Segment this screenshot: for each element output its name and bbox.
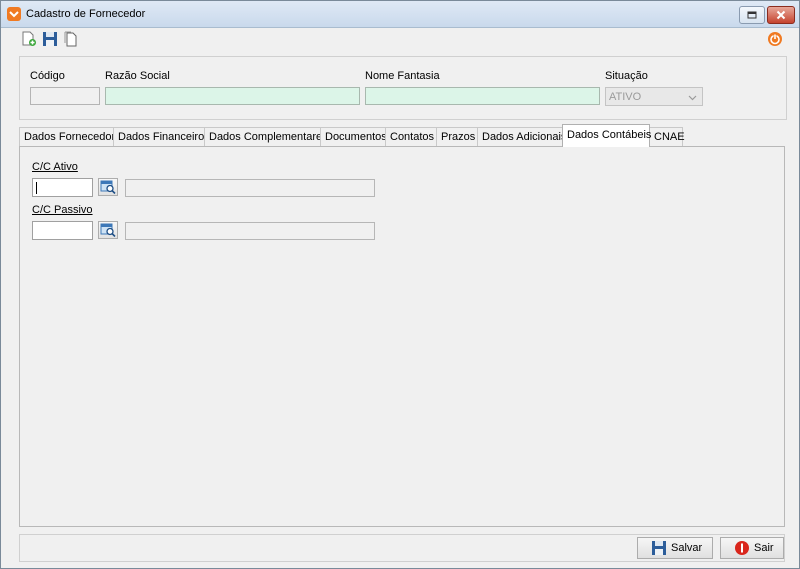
title-bar: Cadastro de Fornecedor xyxy=(1,1,799,28)
copy-document-icon[interactable] xyxy=(62,30,80,48)
tab-contatos[interactable]: Contatos xyxy=(385,127,437,146)
toolbar xyxy=(1,28,799,50)
tab-documentos[interactable]: Documentos xyxy=(320,127,387,146)
text-caret xyxy=(36,182,37,194)
cc-ativo-input[interactable] xyxy=(32,178,93,197)
restore-icon xyxy=(747,11,757,19)
codigo-field[interactable] xyxy=(30,87,100,105)
floppy-disk-icon xyxy=(651,540,667,556)
tab-cnae[interactable]: CNAE xyxy=(649,127,685,146)
razao-social-field[interactable] xyxy=(105,87,360,105)
tab-dados-financeiros[interactable]: Dados Financeiros xyxy=(113,127,210,146)
exit-icon xyxy=(734,540,750,556)
codigo-label: Código xyxy=(30,70,65,82)
save-disk-icon[interactable] xyxy=(41,30,59,48)
nome-fantasia-label: Nome Fantasia xyxy=(365,70,440,82)
exit-label: Sair xyxy=(754,542,774,554)
cc-passivo-input[interactable] xyxy=(32,221,93,240)
search-lookup-icon xyxy=(100,223,116,237)
new-document-icon[interactable] xyxy=(20,30,38,48)
chevron-down-icon xyxy=(688,91,697,104)
situacao-value: ATIVO xyxy=(609,91,642,103)
window-title: Cadastro de Fornecedor xyxy=(26,8,146,20)
situacao-select[interactable]: ATIVO xyxy=(605,87,703,106)
tab-dados-adicionais[interactable]: Dados Adicionais xyxy=(477,127,566,146)
cc-ativo-description xyxy=(125,179,375,197)
situacao-label: Situação xyxy=(605,70,648,82)
save-button[interactable]: Salvar xyxy=(637,537,713,559)
cc-ativo-lookup-button[interactable] xyxy=(98,178,118,196)
app-icon[interactable] xyxy=(7,7,21,21)
cc-passivo-lookup-button[interactable] xyxy=(98,221,118,239)
cc-passivo-description xyxy=(125,222,375,240)
close-icon xyxy=(776,10,786,20)
tab-strip: Dados Fornecedor Dados Financeiros Dados… xyxy=(19,124,785,147)
tab-panel-dados-contabeis: C/C Ativo C/C Passivo xyxy=(19,146,785,527)
search-lookup-icon xyxy=(100,180,116,194)
tab-dados-fornecedor[interactable]: Dados Fornecedor xyxy=(19,127,115,146)
nome-fantasia-field[interactable] xyxy=(365,87,600,105)
tab-dados-complementares[interactable]: Dados Complementares xyxy=(204,127,328,146)
power-icon[interactable] xyxy=(766,30,784,48)
supplier-window: Cadastro de Fornecedor Código Razão Soci… xyxy=(0,0,800,569)
header-panel: Código Razão Social Nome Fantasia Situaç… xyxy=(19,56,787,120)
cc-ativo-label: C/C Ativo xyxy=(32,161,78,173)
exit-button[interactable]: Sair xyxy=(720,537,784,559)
close-button[interactable] xyxy=(767,6,795,24)
cc-passivo-label: C/C Passivo xyxy=(32,204,93,216)
restore-button[interactable] xyxy=(739,6,765,24)
tab-prazos[interactable]: Prazos xyxy=(436,127,478,146)
razao-social-label: Razão Social xyxy=(105,70,170,82)
save-label: Salvar xyxy=(671,542,703,554)
tab-dados-contabeis[interactable]: Dados Contábeis xyxy=(562,124,651,147)
